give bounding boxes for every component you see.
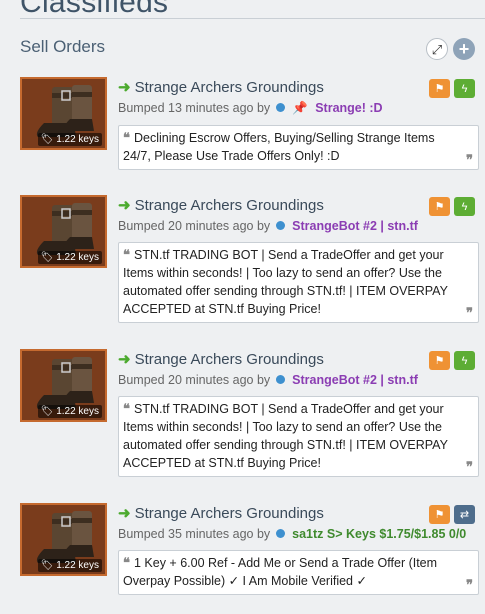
quote-open-icon: ❝ (123, 130, 130, 145)
price-tag: 🏷 1.22 keys (37, 405, 102, 418)
online-status-icon (275, 529, 285, 538)
arrow-right-icon: ➜ (118, 505, 131, 522)
add-order-button[interactable]: + (453, 38, 475, 60)
flag-icon: ⚑ (434, 83, 445, 95)
listing-message: ❝ STN.tf TRADING BOT | Send a TradeOffer … (118, 242, 479, 323)
listing-message: ❝ 1 Key + 6.00 Ref - Add Me or Send a Tra… (118, 550, 479, 595)
message-text: 1 Key + 6.00 Ref - Add Me or Send a Trad… (123, 556, 438, 588)
report-button[interactable]: ⚑ (429, 79, 450, 98)
item-name: Strange Archers Groundings (134, 79, 324, 96)
plus-icon: + (458, 39, 470, 59)
bumped-text: Bumped 35 minutes ago by (118, 527, 271, 541)
pushpin-icon: 📌 (292, 101, 308, 115)
quote-close-icon: ❞ (466, 459, 473, 474)
bumped-text: Bumped 20 minutes ago by (118, 219, 271, 233)
section-title: Sell Orders (20, 37, 106, 56)
quote-open-icon: ❝ (123, 401, 130, 416)
message-text: Declining Escrow Offers, Buying/Selling … (123, 131, 435, 163)
arrow-right-icon: ➜ (118, 79, 131, 96)
online-status-icon (275, 221, 285, 230)
instant-trade-button[interactable]: ϟ (454, 197, 475, 216)
quote-close-icon: ❞ (466, 577, 473, 592)
item-thumbnail[interactable]: 🏷 1.22 keys (20, 503, 107, 576)
user-link[interactable]: Strange! :D (315, 101, 382, 115)
message-text: STN.tf TRADING BOT | Send a TradeOffer a… (123, 248, 448, 316)
item-title-link[interactable]: ➜ Strange Archers Groundings (118, 350, 324, 368)
item-title-link[interactable]: ➜ Strange Archers Groundings (118, 504, 324, 522)
bumped-text: Bumped 20 minutes ago by (118, 373, 271, 387)
item-thumbnail[interactable]: 🏷 1.22 keys (20, 77, 107, 150)
report-button[interactable]: ⚑ (429, 197, 450, 216)
flag-icon: ⚑ (434, 509, 445, 521)
price-tag: 🏷 1.22 keys (37, 133, 102, 146)
exchange-arrows-icon: ⇄ (459, 509, 470, 521)
quote-open-icon: ❝ (123, 247, 130, 262)
tag-icon: 🏷 (40, 406, 57, 417)
arrow-right-icon: ➜ (118, 197, 131, 214)
listing-message: ❝ STN.tf TRADING BOT | Send a TradeOffer … (118, 396, 479, 477)
trade-offer-button[interactable]: ⇄ (454, 505, 475, 524)
flag-icon: ⚑ (434, 201, 445, 213)
item-name: Strange Archers Groundings (134, 197, 324, 214)
bumped-line: Bumped 20 minutes ago by StrangeBot #2 |… (118, 219, 418, 233)
item-title-link[interactable]: ➜ Strange Archers Groundings (118, 78, 324, 96)
report-button[interactable]: ⚑ (429, 505, 450, 524)
user-link[interactable]: sa1tz S> Keys $1.75/$1.85 0/0 (292, 527, 466, 541)
bumped-text: Bumped 13 minutes ago by (118, 101, 271, 115)
item-thumbnail[interactable]: 🏷 1.22 keys (20, 195, 107, 268)
quote-close-icon: ❞ (466, 305, 473, 320)
price-label: 1.22 keys (56, 406, 99, 417)
bumped-line: Bumped 35 minutes ago by sa1tz S> Keys $… (118, 527, 466, 541)
quote-close-icon: ❞ (466, 152, 473, 167)
tag-icon: 🏷 (40, 252, 57, 263)
price-tag: 🏷 1.22 keys (37, 251, 102, 264)
instant-trade-button[interactable]: ϟ (454, 351, 475, 370)
item-title-link[interactable]: ➜ Strange Archers Groundings (118, 196, 324, 214)
quote-open-icon: ❝ (123, 555, 130, 570)
tag-icon: 🏷 (40, 560, 57, 571)
page-title: Classifieds (20, 0, 169, 19)
lightning-icon: ϟ (461, 82, 468, 95)
listing-message: ❝ Declining Escrow Offers, Buying/Selling… (118, 125, 479, 170)
item-thumbnail[interactable]: 🏷 1.22 keys (20, 349, 107, 422)
price-label: 1.22 keys (56, 134, 99, 145)
price-tag: 🏷 1.22 keys (37, 559, 102, 572)
bumped-line: Bumped 13 minutes ago by 📌 Strange! :D (118, 101, 383, 116)
tag-icon: 🏷 (40, 134, 57, 145)
item-name: Strange Archers Groundings (134, 351, 324, 368)
expand-button[interactable]: ⤢ (426, 38, 448, 60)
report-button[interactable]: ⚑ (429, 351, 450, 370)
user-link[interactable]: StrangeBot #2 | stn.tf (292, 219, 418, 233)
message-text: STN.tf TRADING BOT | Send a TradeOffer a… (123, 402, 448, 470)
flag-icon: ⚑ (434, 355, 445, 367)
online-status-icon (275, 375, 285, 384)
price-label: 1.22 keys (56, 252, 99, 263)
item-name: Strange Archers Groundings (134, 505, 324, 522)
arrow-right-icon: ➜ (118, 351, 131, 368)
lightning-icon: ϟ (461, 200, 468, 213)
instant-trade-button[interactable]: ϟ (454, 79, 475, 98)
title-divider (20, 18, 485, 19)
price-label: 1.22 keys (56, 560, 99, 571)
lightning-icon: ϟ (461, 354, 468, 367)
user-link[interactable]: StrangeBot #2 | stn.tf (292, 373, 418, 387)
bumped-line: Bumped 20 minutes ago by StrangeBot #2 |… (118, 373, 418, 387)
online-status-icon (275, 103, 285, 112)
expand-icon: ⤢ (431, 41, 443, 57)
